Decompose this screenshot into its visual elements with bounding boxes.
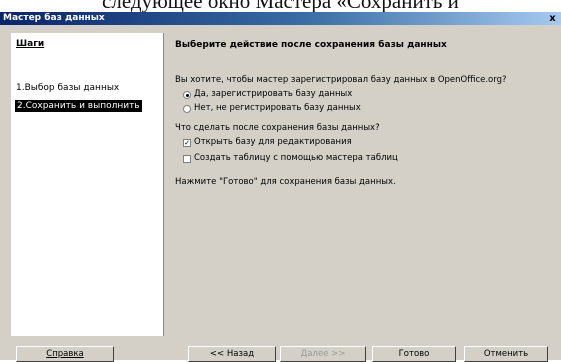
steps-heading: Шаги bbox=[16, 39, 45, 49]
page-title: Выберите действие после сохранения базы … bbox=[175, 40, 447, 50]
database-wizard-dialog: Мастер баз данных x Шаги 1.Выбор базы да… bbox=[0, 12, 561, 362]
radio-register-yes-label: Да, зарегистрировать базу данных bbox=[194, 89, 353, 99]
radio-selected-icon bbox=[183, 91, 191, 99]
checkbox-open-for-editing[interactable]: ✓ Открыть базу для редактирования bbox=[183, 137, 352, 148]
step-save-and-proceed[interactable]: 2.Сохранить и выполнить bbox=[15, 100, 142, 112]
radio-register-no-label: Нет, не регистрировать базу данных bbox=[194, 103, 361, 113]
window-title: Мастер баз данных bbox=[3, 13, 105, 23]
finish-note: Нажмите "Готово" для сохранения базы дан… bbox=[175, 177, 396, 187]
register-question: Вы хотите, чтобы мастер зарегистрировал … bbox=[175, 75, 507, 85]
document-text: следующее окно Мастера «Сохранить и bbox=[102, 0, 459, 12]
steps-panel: Шаги 1.Выбор базы данных 2.Сохранить и в… bbox=[11, 33, 164, 336]
close-icon[interactable]: x bbox=[547, 13, 558, 24]
after-save-question: Что сделать после сохранения базы данных… bbox=[175, 123, 380, 133]
checkbox-open-label: Открыть базу для редактирования bbox=[194, 137, 352, 147]
checkbox-create-label: Создать таблицу с помощью мастера таблиц bbox=[194, 153, 398, 163]
checkbox-empty-icon bbox=[183, 155, 191, 163]
wizard-content: Выберите действие после сохранения базы … bbox=[175, 33, 555, 336]
radio-unselected-icon bbox=[183, 105, 191, 113]
radio-register-yes[interactable]: Да, зарегистрировать базу данных bbox=[183, 89, 352, 100]
checkbox-create-tables[interactable]: Создать таблицу с помощью мастера таблиц bbox=[183, 153, 398, 164]
button-row: Справка << Назад Далее >> Готово Отменит… bbox=[0, 342, 561, 362]
checkmark-icon: ✓ bbox=[183, 139, 191, 147]
radio-register-no[interactable]: Нет, не регистрировать базу данных bbox=[183, 103, 361, 114]
step-select-database[interactable]: 1.Выбор базы данных bbox=[16, 82, 119, 94]
title-bar: Мастер баз данных x bbox=[0, 12, 561, 25]
